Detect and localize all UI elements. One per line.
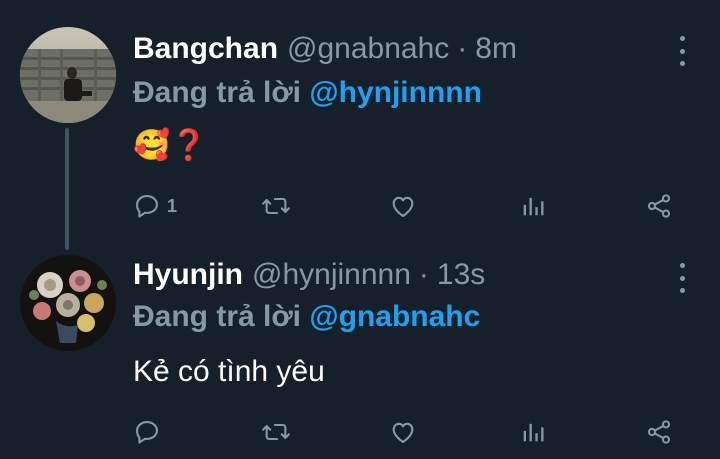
tweet[interactable]: Hyunjin @hynjinnnn · 13s Đang trả lời @g… xyxy=(0,235,720,459)
mention-link[interactable]: @hynjinnnn xyxy=(309,76,482,109)
user-handle[interactable]: @gnabnahc xyxy=(287,32,449,66)
separator: · xyxy=(457,32,468,65)
thread-line xyxy=(65,128,69,250)
tweet-header: Bangchan @gnabnahc · 8m xyxy=(133,27,517,71)
avatar[interactable] xyxy=(20,255,116,351)
tweet[interactable]: Bangchan @gnabnahc · 8m Đang trả lời @hy… xyxy=(0,0,720,250)
share-icon xyxy=(647,194,671,218)
tweet-text: 🥰❓ xyxy=(133,129,208,162)
tweet-header: Hyunjin @hynjinnnn · 13s xyxy=(133,253,485,297)
like-icon xyxy=(392,196,414,217)
share-button[interactable] xyxy=(645,190,673,222)
like-icon xyxy=(392,422,414,443)
stats-button[interactable] xyxy=(519,416,547,448)
like-button[interactable] xyxy=(389,190,417,222)
more-icon[interactable] xyxy=(678,36,686,66)
replying-to: Đang trả lời @hynjinnnn xyxy=(133,76,482,110)
mention-link[interactable]: @gnabnahc xyxy=(309,300,480,333)
stats-icon xyxy=(523,197,544,216)
avatar[interactable] xyxy=(20,27,116,123)
share-icon xyxy=(647,420,671,444)
reply-count: 1 xyxy=(167,195,178,216)
action-bar xyxy=(133,416,693,448)
timestamp[interactable]: 13s xyxy=(437,258,485,292)
display-name[interactable]: Hyunjin xyxy=(133,258,243,292)
tweet-text: Kẻ có tình yêu xyxy=(133,355,325,388)
reply-prefix: Đang trả lời xyxy=(133,300,302,333)
display-name[interactable]: Bangchan xyxy=(133,32,278,66)
retweet-button[interactable] xyxy=(260,190,292,222)
replying-to: Đang trả lời @gnabnahc xyxy=(133,300,480,334)
reply-icon xyxy=(136,195,158,218)
retweet-button[interactable] xyxy=(260,416,292,448)
more-icon[interactable] xyxy=(678,263,686,293)
user-handle[interactable]: @hynjinnnn xyxy=(252,258,411,292)
reply-button[interactable] xyxy=(133,416,167,448)
stats-button[interactable] xyxy=(519,190,547,222)
like-button[interactable] xyxy=(389,416,417,448)
retweet-icon xyxy=(262,197,290,215)
reply-icon xyxy=(136,421,158,444)
action-bar: 1 xyxy=(133,190,693,222)
timestamp[interactable]: 8m xyxy=(475,32,517,66)
retweet-icon xyxy=(262,423,290,441)
separator: · xyxy=(418,258,429,291)
reply-prefix: Đang trả lời xyxy=(133,76,302,109)
reply-button[interactable]: 1 xyxy=(133,190,177,222)
stats-icon xyxy=(523,423,544,442)
share-button[interactable] xyxy=(645,416,673,448)
